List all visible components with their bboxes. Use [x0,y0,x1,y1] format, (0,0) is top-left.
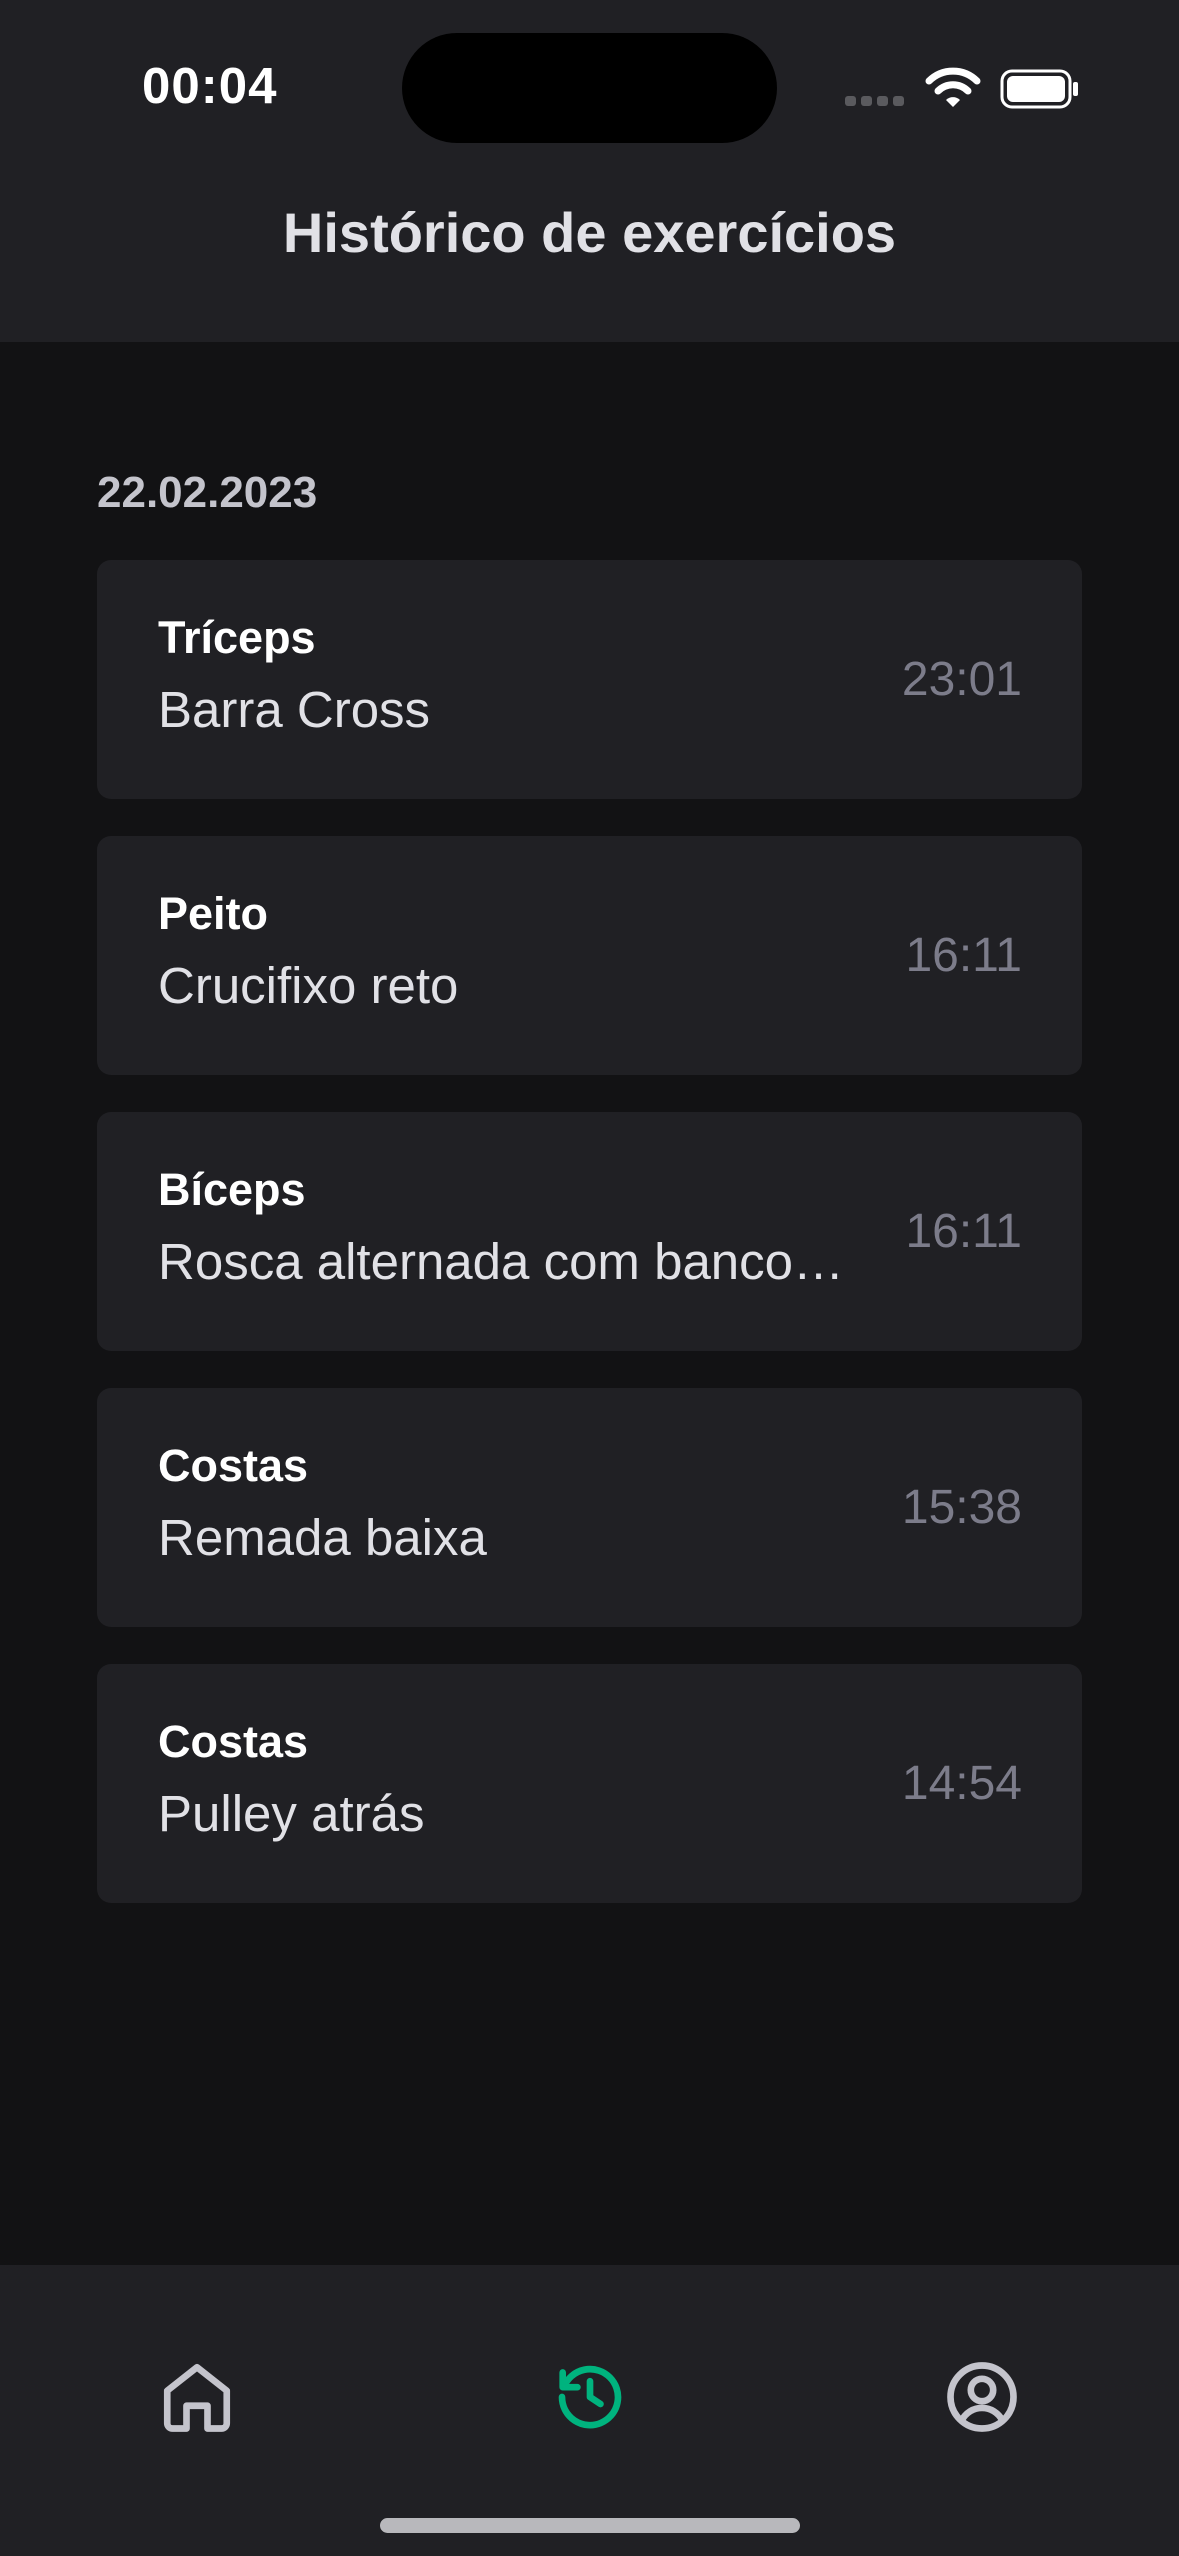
tab-history[interactable] [548,2355,632,2439]
exercise-name: Rosca alternada com banco inclinado [158,1233,848,1290]
history-list: Tríceps Barra Cross 23:01 Peito Crucifix… [97,560,1082,1940]
history-icon [558,2365,622,2429]
home-indicator[interactable] [380,2518,800,2533]
status-icons [845,66,1085,114]
muscle-group: Bíceps [158,1164,306,1215]
exercise-name: Remada baixa [158,1509,487,1566]
tab-home[interactable] [155,2355,239,2439]
exercise-time: 16:11 [905,1205,1022,1258]
wifi-icon [925,66,981,110]
exercise-time: 16:11 [905,929,1022,982]
status-time: 00:04 [142,57,278,114]
page-title: Histórico de exercícios [282,201,897,264]
muscle-group: Tríceps [158,612,316,663]
muscle-group: Peito [158,888,269,939]
exercise-name: Barra Cross [158,681,431,738]
history-card[interactable]: Peito Crucifixo reto 16:11 [97,836,1082,1075]
exercise-time: 15:38 [901,1481,1022,1534]
history-screen: 00:04 Histórico de exercícios 22.02.2023… [0,0,1179,2556]
history-card[interactable]: Bíceps Rosca alternada com banco inclina… [97,1112,1082,1351]
user-circle-icon [947,2362,1017,2432]
history-card[interactable]: Costas Remada baixa 15:38 [97,1388,1082,1627]
exercise-name: Pulley atrás [158,1785,425,1842]
dynamic-island [402,33,777,143]
exercise-time: 14:54 [901,1757,1022,1810]
history-card[interactable]: Costas Pulley atrás 14:54 [97,1664,1082,1903]
muscle-group: Costas [158,1440,309,1491]
tab-profile[interactable] [940,2355,1024,2439]
exercise-name: Crucifixo reto [158,957,459,1014]
battery-icon [1000,69,1080,109]
muscle-group: Costas [158,1716,309,1767]
header: 00:04 Histórico de exercícios [0,0,1179,342]
tab-bar [0,2265,1179,2556]
home-icon [163,2363,231,2432]
cellular-signal-icon [845,96,905,108]
history-card[interactable]: Tríceps Barra Cross 23:01 [97,560,1082,799]
section-date: 22.02.2023 [97,468,318,517]
exercise-time: 23:01 [901,653,1022,706]
